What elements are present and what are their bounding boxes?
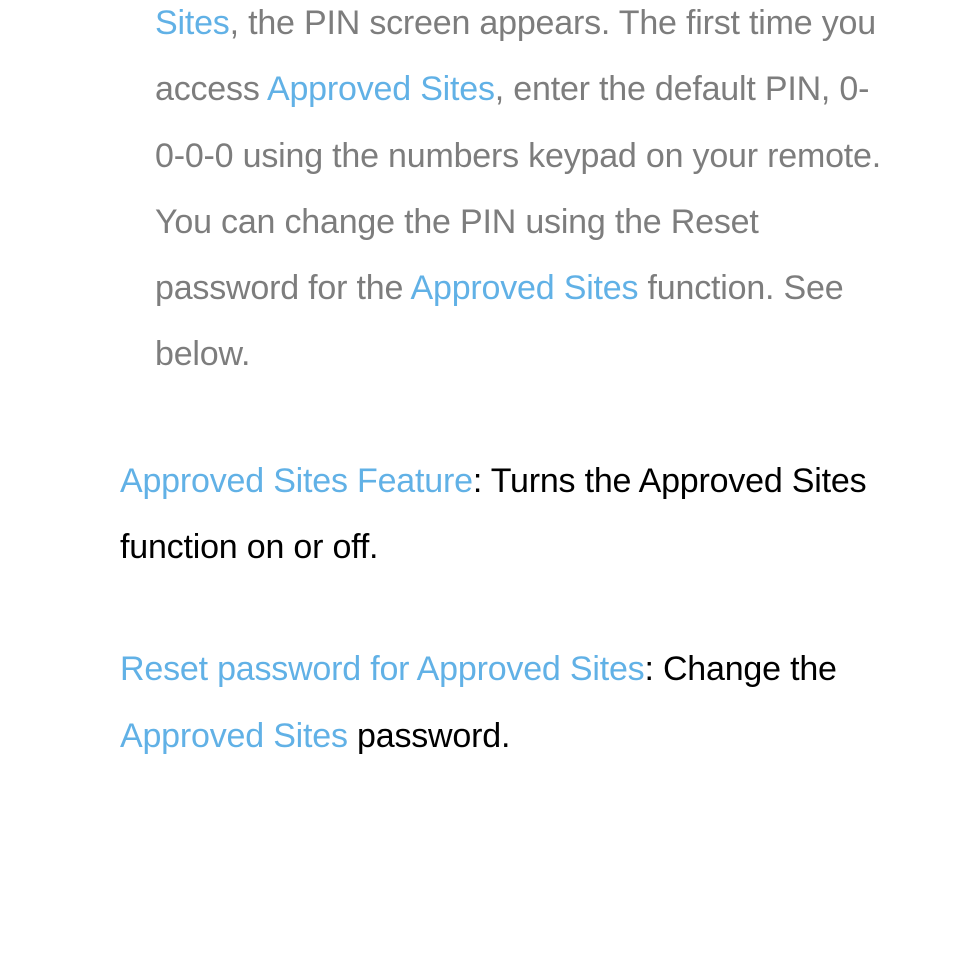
link-approved-sites[interactable]: Approved Sites (411, 269, 639, 307)
paragraph-reset-password: Reset password for Approved Sites: Chang… (120, 636, 894, 769)
paragraph-pin-instructions: Sites, the PIN screen appears. The first… (120, 0, 894, 388)
paragraph-approved-sites-feature: Approved Sites Feature: Turns the Approv… (120, 448, 894, 581)
text-fragment: password. (348, 717, 510, 755)
link-reset-password-approved-sites[interactable]: Reset password for Approved Sites (120, 650, 644, 688)
link-approved-sites[interactable]: Approved Sites (267, 70, 495, 108)
document-page: Sites, the PIN screen appears. The first… (0, 0, 954, 769)
text-fragment: : Change the (644, 650, 836, 688)
link-sites[interactable]: Sites (155, 4, 230, 42)
link-approved-sites[interactable]: Approved Sites (120, 717, 348, 755)
link-approved-sites-feature[interactable]: Approved Sites Feature (120, 462, 473, 500)
